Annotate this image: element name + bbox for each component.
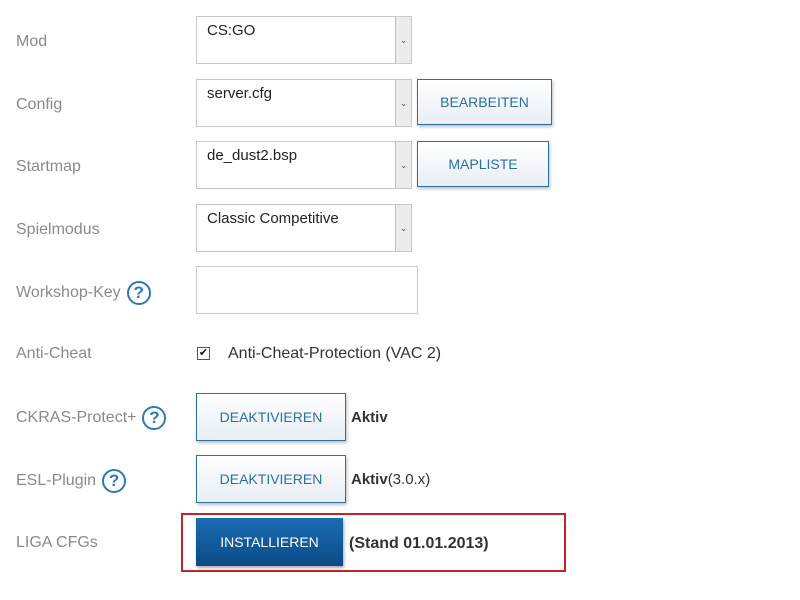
ckras-status-text: Aktiv	[351, 409, 388, 426]
gamemode-label-text: Spielmodus	[16, 221, 100, 238]
chevron-down-icon[interactable]: ⌄	[395, 205, 411, 251]
startmap-label-text: Startmap	[16, 158, 81, 175]
ckras-label-text: CKRAS-Protect+	[16, 409, 137, 426]
edit-config-button[interactable]: BEARBEITEN	[417, 79, 552, 125]
workshop-key-input[interactable]	[196, 266, 418, 314]
config-label-text: Config	[16, 96, 63, 113]
esl-version: (3.0.x)	[387, 471, 431, 488]
chevron-down-icon[interactable]: ⌄	[395, 80, 411, 126]
ckras-deactivate-button[interactable]: DEAKTIVIEREN	[196, 393, 346, 441]
mod-label-text: Mod	[16, 33, 48, 50]
config-select[interactable]: server.cfg ⌄	[196, 79, 412, 127]
liga-status: (Stand 01.01.2013)	[349, 535, 489, 552]
gamemode-label: Spielmodus	[16, 221, 100, 239]
esl-status-text: Aktiv	[351, 471, 388, 488]
mod-select[interactable]: CS:GO ⌄	[196, 16, 412, 64]
anti-cheat-label: Anti-Cheat	[16, 345, 92, 363]
install-button[interactable]: INSTALLIEREN	[196, 518, 343, 566]
anti-cheat-checkbox[interactable]: ✔	[197, 347, 210, 360]
anti-cheat-label-text: Anti-Cheat	[16, 345, 92, 362]
esl-label: ESL-Plugin ?	[16, 469, 127, 493]
liga-cfgs-label: LIGA CFGs	[16, 534, 98, 552]
question-circle-icon[interactable]: ?	[126, 281, 151, 305]
esl-label-text: ESL-Plugin	[16, 472, 97, 489]
workshop-key-label: Workshop-Key ?	[16, 281, 151, 305]
anti-cheat-checkbox-label[interactable]: Anti-Cheat-Protection (VAC 2)	[228, 345, 441, 363]
esl-status: Aktiv(3.0.x)	[351, 471, 430, 488]
chevron-down-icon[interactable]: ⌄	[395, 17, 411, 63]
maplist-button[interactable]: MAPLISTE	[417, 141, 549, 187]
workshop-key-label-text: Workshop-Key	[16, 284, 121, 301]
esl-deactivate-button[interactable]: DEAKTIVIEREN	[196, 455, 346, 503]
config-select-value: server.cfg	[207, 85, 273, 102]
gamemode-select-value: Classic Competitive	[207, 210, 339, 227]
mod-select-value: CS:GO	[207, 22, 256, 39]
question-circle-icon[interactable]: ?	[142, 406, 167, 430]
mod-label: Mod	[16, 33, 47, 51]
startmap-select[interactable]: de_dust2.bsp ⌄	[196, 141, 412, 189]
config-label: Config	[16, 96, 62, 114]
ckras-status: Aktiv	[351, 409, 388, 426]
gamemode-select[interactable]: Classic Competitive ⌄	[196, 204, 412, 252]
liga-cfgs-label-text: LIGA CFGs	[16, 534, 98, 551]
ckras-label: CKRAS-Protect+ ?	[16, 406, 167, 430]
startmap-label: Startmap	[16, 158, 81, 176]
question-circle-icon[interactable]: ?	[102, 469, 127, 493]
startmap-select-value: de_dust2.bsp	[207, 147, 298, 164]
chevron-down-icon[interactable]: ⌄	[395, 142, 411, 188]
